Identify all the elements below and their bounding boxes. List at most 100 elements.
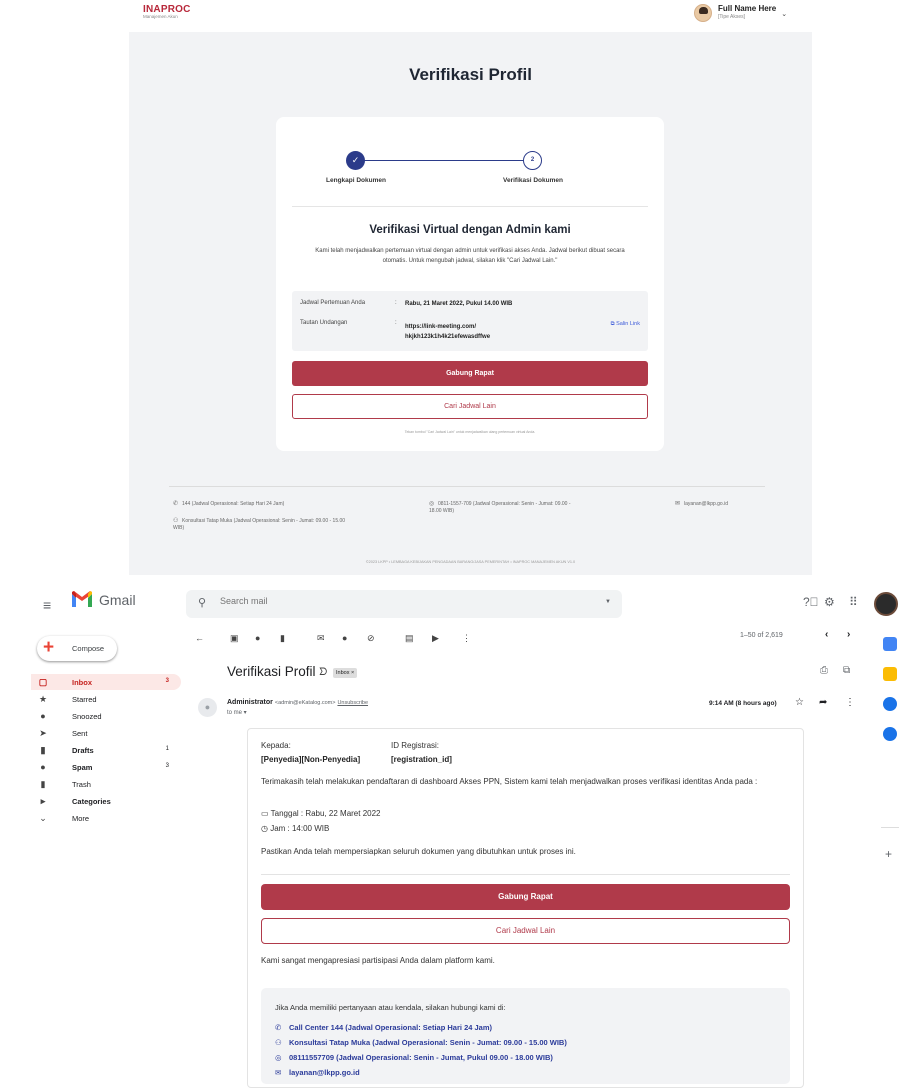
step-2-label: Verifikasi Dokumen (503, 177, 563, 184)
label-icon[interactable]: ▶ (432, 633, 439, 644)
plus-icon: + (43, 637, 55, 658)
contact-box: Jika Anda memiliki pertanyaan atau kenda… (261, 988, 790, 1084)
compose-button[interactable]: + Compose (37, 636, 117, 661)
whatsapp-icon: ◎ (275, 1053, 282, 1062)
add-addon-icon[interactable]: + (885, 847, 892, 861)
unsubscribe-link[interactable]: Unsubscribe (337, 700, 368, 706)
menu-icon[interactable]: ≡ (43, 597, 51, 613)
inbox-label-chip[interactable]: Inbox × (333, 668, 358, 678)
snooze-icon[interactable]: ● (342, 633, 347, 643)
reschedule-button[interactable]: Cari Jadwal Lain (261, 918, 790, 944)
footer-email: ✉ layanan@lkpp.go.id (675, 501, 728, 508)
copy-link-button[interactable]: ⧉ Salin Link (611, 321, 640, 328)
whatsapp-icon: ◎ (429, 501, 435, 507)
gmail-logo[interactable]: Gmail (71, 591, 136, 608)
gmail-m-icon (72, 591, 92, 607)
sidebar-count: 1 (165, 746, 169, 752)
search-input[interactable] (220, 596, 600, 606)
sidebar-item-trash[interactable]: ▮ Trash (31, 776, 181, 792)
label-icon: ▸ (40, 796, 46, 806)
people-icon: ⚇ (275, 1038, 282, 1047)
sender-line: Administrator <admin@eKatalog.com> Unsub… (227, 699, 368, 706)
sidebar-label: Inbox (72, 678, 92, 687)
search-icon[interactable]: ⚲ (198, 596, 206, 609)
inaproc-main: Verifikasi Profil ✓ 2 Lengkapi Dokumen V… (129, 32, 812, 575)
add-task-icon[interactable]: ⊘ (367, 633, 375, 644)
gmail-topbar: ≡ Gmail ⚲ ▼ ?⃝ ⚙ ⠿ (0, 575, 916, 633)
reschedule-button[interactable]: Cari Jadwal Lain (292, 394, 648, 419)
chevron-down-icon[interactable]: ⌄ (781, 10, 787, 18)
important-marker-icon[interactable]: ᗤ (319, 667, 327, 678)
gear-icon[interactable]: ⚙ (824, 595, 835, 609)
report-spam-icon[interactable]: ● (255, 633, 260, 643)
back-arrow-icon[interactable]: ← (195, 633, 204, 643)
sender-avatar: ● (198, 698, 217, 717)
join-meeting-button[interactable]: Gabung Rapat (261, 884, 790, 910)
copyright: ©2023 LKPP • LEMBAGA KEBIJAKAN PENGADAAN… (365, 560, 576, 564)
open-new-window-icon[interactable]: ⧉ (843, 665, 850, 676)
help-icon[interactable]: ?⃝ (803, 595, 819, 609)
contact-face-to-face[interactable]: ⚇ Konsultasi Tatap Muka (Jadwal Operasion… (275, 1038, 567, 1047)
contact-whatsapp[interactable]: ◎ 08111557709 (Jadwal Operasional: Senin … (275, 1053, 553, 1062)
step-2-indicator: 2 (523, 151, 542, 170)
schedule-label: Jadwal Pertemuan Anda (300, 300, 366, 306)
sidebar-item-snoozed[interactable]: ● Snoozed (31, 708, 181, 724)
calendar-app-icon[interactable] (883, 637, 897, 651)
print-icon[interactable]: ⎙ (820, 665, 828, 676)
star-icon[interactable]: ☆ (795, 697, 804, 708)
footer-divider (169, 486, 765, 487)
inaproc-logo[interactable]: INAPROC Manajemen Akun (143, 4, 191, 19)
divider (261, 874, 790, 875)
schedule-date-text: Tanggal : Rabu, 22 Maret 2022 (270, 809, 381, 818)
sidebar-item-drafts[interactable]: ▮ Drafts 1 (31, 742, 181, 758)
contacts-app-icon[interactable] (883, 727, 897, 741)
schedule-date: ▭ Tanggal : Rabu, 22 Maret 2022 (261, 808, 381, 820)
user-menu[interactable]: Full Name Here [Tipe Akses] ⌄ (694, 4, 787, 22)
sidebar-item-inbox[interactable]: ▢ Inbox 3 (31, 674, 181, 690)
body-paragraph: Terimakasih telah melakukan pendaftaran … (261, 777, 758, 786)
archive-icon[interactable]: ▣ (230, 633, 239, 644)
sidebar-item-spam[interactable]: ● Spam 3 (31, 759, 181, 775)
email-time: 9:14 AM (8 hours ago) (709, 700, 777, 707)
keep-app-icon[interactable] (883, 667, 897, 681)
reply-icon[interactable]: ➦ (819, 697, 827, 708)
apps-grid-icon[interactable]: ⠿ (849, 595, 858, 609)
tasks-app-icon[interactable] (883, 697, 897, 711)
spam-icon: ● (40, 762, 46, 772)
more-vert-icon[interactable]: ⋮ (845, 697, 855, 708)
search-options-icon[interactable]: ▼ (605, 599, 611, 605)
move-to-icon[interactable]: ▤ (405, 633, 414, 644)
avatar (694, 4, 712, 22)
footer-face-to-face: ⚇ Konsultasi Tatap Muka (Jadwal Operasion… (173, 518, 348, 532)
step-connector (355, 160, 532, 161)
next-page-icon[interactable]: › (847, 629, 850, 640)
user-role: [Tipe Akses] (718, 14, 746, 20)
sidebar-label: Trash (72, 780, 91, 789)
email-body-card: Kepada: [Penyedia][Non-Penyedia] ID Regi… (247, 728, 804, 1088)
inaproc-header: INAPROC Manajemen Akun Full Name Here [T… (0, 0, 916, 32)
sidebar-item-sent[interactable]: ➤ Sent (31, 725, 181, 741)
trash-icon[interactable]: ▮ (280, 633, 285, 644)
gmail-window: ≡ Gmail ⚲ ▼ ?⃝ ⚙ ⠿ + Compose ▢ Inbox 3 (0, 575, 916, 1088)
meeting-link[interactable]: https://link-meeting.com/ hkjkh123k1h4k2… (405, 323, 535, 342)
more-vert-icon[interactable]: ⋮ (462, 633, 471, 644)
mail-icon: ✉ (675, 501, 681, 507)
send-icon: ➤ (39, 728, 47, 738)
sidebar-item-categories[interactable]: ▸ Categories (31, 793, 181, 809)
sidebar-item-starred[interactable]: ★ Starred (31, 691, 181, 707)
contact-call-center[interactable]: ✆ Call Center 144 (Jadwal Operasional: Se… (275, 1023, 492, 1032)
join-meeting-button[interactable]: Gabung Rapat (292, 361, 648, 386)
email-text: layanan@lkpp.go.id (684, 501, 728, 507)
prev-page-icon[interactable]: ‹ (825, 629, 828, 640)
email-subject: Verifikasi Profil (227, 664, 316, 679)
mark-unread-icon[interactable]: ✉ (317, 633, 325, 644)
recipients-toggle[interactable]: to me ▾ (227, 709, 247, 716)
account-avatar[interactable] (874, 592, 898, 616)
trash-icon: ▮ (40, 779, 46, 789)
calendar-icon: ▭ (261, 809, 271, 818)
mail-icon: ✉ (275, 1068, 282, 1077)
contact-email[interactable]: ✉ layanan@lkpp.go.id (275, 1068, 360, 1077)
sidebar-item-more[interactable]: ⌄ More (31, 810, 181, 826)
search-bar[interactable]: ⚲ ▼ (186, 590, 622, 618)
sender-name: Administrator (227, 699, 273, 706)
